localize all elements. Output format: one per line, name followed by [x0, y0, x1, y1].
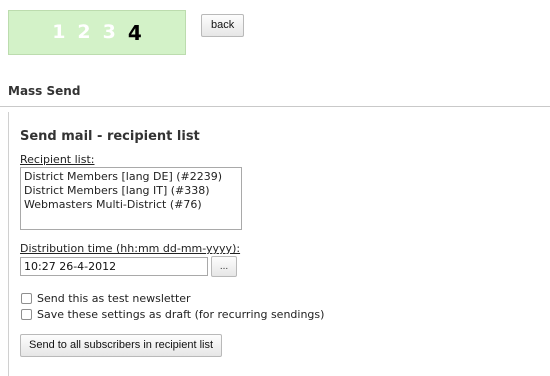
form-title: Send mail - recipient list — [20, 129, 200, 144]
recipient-option[interactable]: Webmasters Multi-District (#76) — [24, 198, 238, 212]
recipient-option[interactable]: District Members [lang IT] (#338) — [24, 184, 238, 198]
send-to-all-button[interactable]: Send to all subscribers in recipient lis… — [20, 334, 223, 357]
mass-send-page: 1 2 3 4 back Mass Send Send mail - recip… — [0, 0, 550, 376]
recipient-option[interactable]: District Members [lang DE] (#2239) — [24, 170, 238, 184]
distribution-time-label: Distribution time (hh:mm dd-mm-yyyy): — [20, 242, 241, 255]
section-title: Mass Send — [8, 84, 81, 98]
wizard-steps-panel: 1 2 3 4 — [8, 10, 186, 55]
recipient-list-label: Recipient list: — [20, 153, 95, 166]
test-newsletter-row[interactable]: Send this as test newsletter — [21, 292, 191, 305]
test-newsletter-checkbox[interactable] — [21, 293, 32, 304]
wizard-steps: 1 2 3 4 — [52, 21, 142, 45]
wizard-step-2: 2 — [77, 20, 91, 43]
section-divider — [0, 106, 550, 107]
save-draft-checkbox[interactable] — [21, 309, 32, 320]
date-picker-button[interactable]: ... — [211, 256, 237, 277]
save-draft-row[interactable]: Save these settings as draft (for recurr… — [21, 308, 324, 321]
distribution-time-input[interactable] — [20, 257, 208, 276]
wizard-step-3: 3 — [102, 20, 116, 43]
wizard-step-1: 1 — [52, 20, 66, 43]
wizard-step-4-current: 4 — [127, 20, 142, 45]
test-newsletter-label: Send this as test newsletter — [37, 292, 191, 305]
back-button[interactable]: back — [201, 14, 245, 37]
save-draft-label: Save these settings as draft (for recurr… — [37, 308, 325, 321]
recipient-listbox[interactable]: District Members [lang DE] (#2239) Distr… — [20, 167, 242, 230]
